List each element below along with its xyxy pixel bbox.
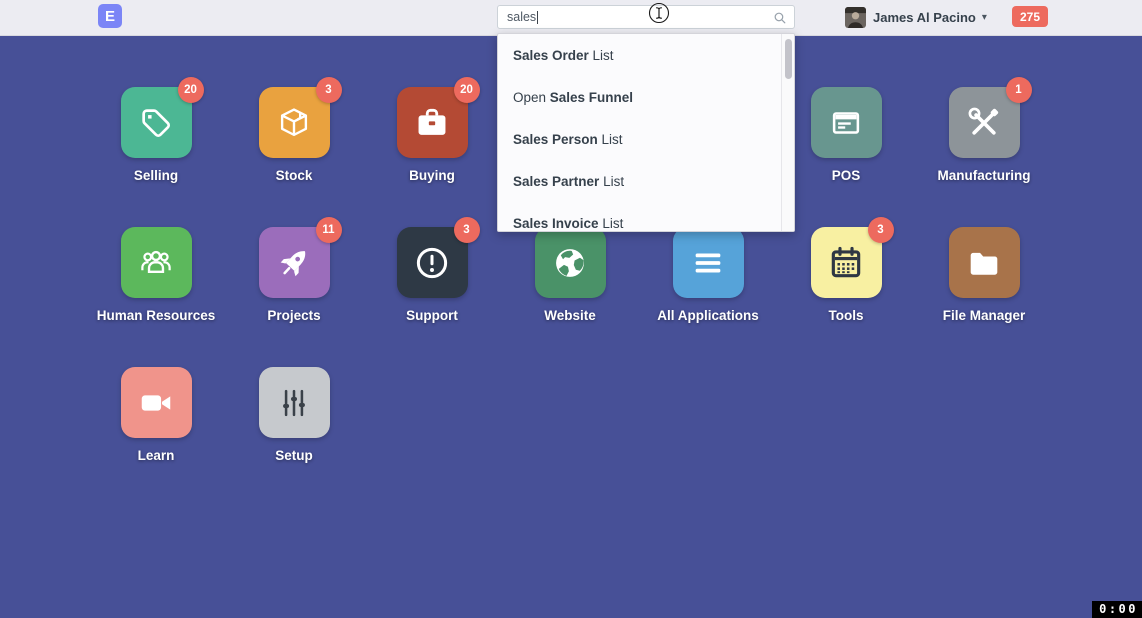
search-result-open-sales-funnel[interactable]: Open Sales Funnel xyxy=(498,76,794,118)
sliders-icon xyxy=(275,384,313,422)
count-badge: 20 xyxy=(454,77,480,103)
app-file-manager[interactable]: File Manager xyxy=(915,227,1053,367)
menu-icon xyxy=(689,244,727,282)
user-menu[interactable]: James Al Pacino ▾ xyxy=(845,5,987,29)
box-icon xyxy=(275,104,313,142)
app-logo[interactable]: E xyxy=(98,4,122,28)
scrollbar-track xyxy=(781,34,794,231)
app-label-selling: Selling xyxy=(134,168,178,183)
app-tile-manufacturing[interactable]: 1 xyxy=(949,87,1020,158)
app-label-buying: Buying xyxy=(409,168,455,183)
desk-background: { "navbar": { "logo_text": "E", "search_… xyxy=(0,0,1142,618)
recording-timer: 0:00 xyxy=(1092,601,1142,618)
app-manufacturing[interactable]: 1 Manufacturing xyxy=(915,87,1053,227)
app-learn[interactable]: Learn xyxy=(87,367,225,507)
app-buying[interactable]: 20 Buying xyxy=(363,87,501,227)
avatar xyxy=(845,7,866,28)
chevron-down-icon: ▾ xyxy=(982,12,987,23)
search-text: sales xyxy=(507,10,536,24)
app-all-applications[interactable]: All Applications xyxy=(639,227,777,367)
wrench-screwdriver-icon xyxy=(965,104,1003,142)
app-website[interactable]: Website xyxy=(501,227,639,367)
app-tile-website[interactable] xyxy=(535,227,606,298)
global-search-input[interactable]: sales xyxy=(497,5,795,29)
app-label-tools: Tools xyxy=(829,308,864,323)
app-label-manufacturing: Manufacturing xyxy=(938,168,1031,183)
search-result-sales-order-list[interactable]: Sales Order List xyxy=(498,34,794,76)
text-caret xyxy=(537,11,538,24)
count-badge: 11 xyxy=(316,217,342,243)
app-tile-file-manager[interactable] xyxy=(949,227,1020,298)
search-results-dropdown: Sales Order List Open Sales Funnel Sales… xyxy=(497,33,795,232)
app-tile-stock[interactable]: 3 xyxy=(259,87,330,158)
app-logo-letter: E xyxy=(105,8,115,25)
app-pos[interactable]: POS xyxy=(777,87,915,227)
app-support[interactable]: 3 Support xyxy=(363,227,501,367)
people-icon xyxy=(137,244,175,282)
mouse-cursor-icon xyxy=(648,2,670,24)
globe-icon xyxy=(551,244,589,282)
app-label-website: Website xyxy=(544,308,596,323)
app-stock[interactable]: 3 Stock xyxy=(225,87,363,227)
app-tile-projects[interactable]: 11 xyxy=(259,227,330,298)
app-setup[interactable]: Setup xyxy=(225,367,363,507)
notifications-badge[interactable]: 275 xyxy=(1012,6,1048,27)
top-navbar: E sales James Al Pacino ▾ 275 xyxy=(0,0,1142,36)
app-tile-pos[interactable] xyxy=(811,87,882,158)
app-label-all-applications: All Applications xyxy=(657,308,759,323)
user-name: James Al Pacino xyxy=(873,10,976,25)
app-label-projects: Projects xyxy=(267,308,320,323)
app-tile-selling[interactable]: 20 xyxy=(121,87,192,158)
tag-icon xyxy=(137,104,175,142)
app-tools[interactable]: 3 Tools xyxy=(777,227,915,367)
app-human-resources[interactable]: Human Resources xyxy=(87,227,225,367)
count-badge: 3 xyxy=(454,217,480,243)
folder-icon xyxy=(965,244,1003,282)
app-tile-all-applications[interactable] xyxy=(673,227,744,298)
app-label-stock: Stock xyxy=(276,168,313,183)
calendar-icon xyxy=(827,244,865,282)
app-projects[interactable]: 11 Projects xyxy=(225,227,363,367)
app-tile-human-resources[interactable] xyxy=(121,227,192,298)
app-label-support: Support xyxy=(406,308,458,323)
exclamation-circle-icon xyxy=(413,244,451,282)
app-tile-support[interactable]: 3 xyxy=(397,227,468,298)
pos-terminal-icon xyxy=(827,104,865,142)
rocket-icon xyxy=(275,244,313,282)
app-tile-setup[interactable] xyxy=(259,367,330,438)
count-badge: 3 xyxy=(868,217,894,243)
app-label-pos: POS xyxy=(832,168,861,183)
count-badge: 20 xyxy=(178,77,204,103)
app-tile-learn[interactable] xyxy=(121,367,192,438)
count-badge: 3 xyxy=(316,77,342,103)
app-tile-buying[interactable]: 20 xyxy=(397,87,468,158)
app-label-learn: Learn xyxy=(138,448,175,463)
search-icon xyxy=(773,11,787,25)
video-camera-icon xyxy=(137,384,175,422)
app-label-human-resources: Human Resources xyxy=(97,308,216,323)
app-tile-tools[interactable]: 3 xyxy=(811,227,882,298)
briefcase-icon xyxy=(413,104,451,142)
search-result-sales-partner-list[interactable]: Sales Partner List xyxy=(498,160,794,202)
search-result-sales-person-list[interactable]: Sales Person List xyxy=(498,118,794,160)
search-result-sales-invoice-list[interactable]: Sales Invoice List xyxy=(498,202,794,232)
count-badge: 1 xyxy=(1006,77,1032,103)
app-label-setup: Setup xyxy=(275,448,313,463)
app-label-file-manager: File Manager xyxy=(943,308,1026,323)
scrollbar-thumb[interactable] xyxy=(785,39,792,79)
app-selling[interactable]: 20 Selling xyxy=(87,87,225,227)
